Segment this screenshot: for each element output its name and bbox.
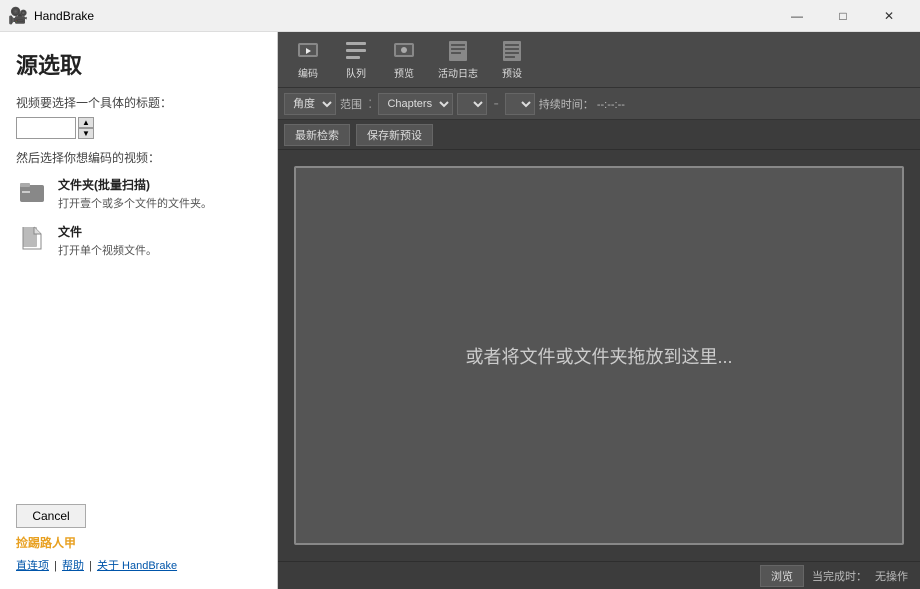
drop-zone[interactable]: 或者将文件或文件夹拖放到这里... <box>294 166 904 545</box>
queue-icon <box>344 39 368 63</box>
toolbar-activity-log[interactable]: 活动日志 <box>430 35 486 84</box>
encode-label: 编码 <box>298 65 318 80</box>
folder-option[interactable]: 文件夹(批量扫描) 打开壹个或多个文件的文件夹。 <box>16 176 261 211</box>
spinner-buttons: ▲ ▼ <box>78 117 94 139</box>
then-subtitle: 然后选择你想编码的视频： <box>16 149 261 166</box>
folder-option-title: 文件夹(批量扫描) <box>58 176 212 193</box>
encode-icon <box>296 39 320 63</box>
status-when-done-label: 当完成时： <box>812 568 867 584</box>
settings-link[interactable]: 直连项 <box>16 560 49 572</box>
toolbar-presets[interactable]: 预设 <box>490 35 534 84</box>
title-input-row: ▲ ▼ <box>16 117 261 139</box>
watermark: 捡踢路人甲 <box>16 534 76 551</box>
angle-select[interactable]: 角度 <box>284 93 336 115</box>
toolbar: 编码 队列 <box>278 32 920 88</box>
file-option[interactable]: 文件 打开单个视频文件。 <box>16 223 261 258</box>
action-bar: 最新检索 保存新预设 <box>278 120 920 150</box>
duration-prefix: 持续时间： <box>539 99 594 111</box>
status-bar-right: 浏览 当完成时： 无操作 <box>760 565 908 587</box>
footer-links: 直连项 | 帮助 | 关于 HandBrake <box>16 557 177 573</box>
left-panel-footer: Cancel 捡踢路人甲 直连项 | 帮助 | 关于 HandBrake <box>16 504 261 573</box>
toolbar-preview[interactable]: 预览 <box>382 35 426 84</box>
source-selection-panel: 源选取 视频要选择一个具体的标题： ▲ ▼ 然后选择你想编码的视频： <box>0 32 278 589</box>
activity-log-label: 活动日志 <box>438 65 478 80</box>
toolbar-encode[interactable]: 编码 <box>286 35 330 84</box>
title-input[interactable] <box>16 117 76 139</box>
separator-1: | <box>54 560 57 572</box>
browse-button[interactable]: 浏览 <box>760 565 804 587</box>
window-controls: — □ ✕ <box>774 0 912 32</box>
duration-value: --:--:-- <box>597 99 625 111</box>
drop-zone-text: 或者将文件或文件夹拖放到这里... <box>465 343 732 369</box>
separator-2: | <box>89 560 92 572</box>
spinner-down[interactable]: ▼ <box>78 128 94 139</box>
update-button[interactable]: 最新检索 <box>284 124 350 146</box>
right-panel: 编码 队列 <box>278 32 920 589</box>
app-icon: 🎥 <box>8 6 28 26</box>
panel-title: 源选取 <box>16 48 261 80</box>
toolbar-queue[interactable]: 队列 <box>334 35 378 84</box>
preview-label: 预览 <box>394 65 414 80</box>
status-action-value: 无操作 <box>875 568 908 584</box>
chapter-start-select[interactable] <box>457 93 487 115</box>
file-option-text: 文件 打开单个视频文件。 <box>58 223 157 258</box>
about-link[interactable]: 关于 HandBrake <box>97 560 177 572</box>
activity-log-icon <box>446 39 470 63</box>
chapter-end-select[interactable] <box>505 93 535 115</box>
title-subtitle: 视频要选择一个具体的标题： <box>16 94 261 111</box>
folder-option-text: 文件夹(批量扫描) 打开壹个或多个文件的文件夹。 <box>58 176 212 211</box>
controls-bar: 角度 范围 : Chapters - 持续时间： --:--:-- <box>278 88 920 120</box>
preview-icon <box>392 39 416 63</box>
status-bar: 浏览 当完成时： 无操作 <box>278 561 920 589</box>
presets-label: 预设 <box>502 65 522 80</box>
minimize-button[interactable]: — <box>774 0 820 32</box>
cancel-button[interactable]: Cancel <box>16 504 86 528</box>
folder-option-desc: 打开壹个或多个文件的文件夹。 <box>58 195 212 211</box>
folder-icon <box>16 176 48 208</box>
chapter-range-dash: - <box>493 95 498 113</box>
spinner-up[interactable]: ▲ <box>78 117 94 128</box>
presets-icon <box>500 39 524 63</box>
close-button[interactable]: ✕ <box>866 0 912 32</box>
help-link[interactable]: 帮助 <box>62 560 84 572</box>
file-option-desc: 打开单个视频文件。 <box>58 242 157 258</box>
title-bar: 🎥 HandBrake — □ ✕ <box>0 0 920 32</box>
maximize-button[interactable]: □ <box>820 0 866 32</box>
file-icon <box>16 223 48 255</box>
app-title: HandBrake <box>34 9 774 23</box>
save-preset-button[interactable]: 保存新预设 <box>356 124 433 146</box>
source-options: 文件夹(批量扫描) 打开壹个或多个文件的文件夹。 文件 打开单个视频文件。 <box>16 176 261 258</box>
chapters-select[interactable]: Chapters <box>378 93 453 115</box>
queue-label: 队列 <box>346 65 366 80</box>
controls-separator: : <box>368 95 372 113</box>
file-option-title: 文件 <box>58 223 157 240</box>
range-label: 范围 <box>340 96 362 112</box>
main-layout: 源选取 视频要选择一个具体的标题： ▲ ▼ 然后选择你想编码的视频： <box>0 32 920 589</box>
duration-label: 持续时间： --:--:-- <box>539 96 625 112</box>
